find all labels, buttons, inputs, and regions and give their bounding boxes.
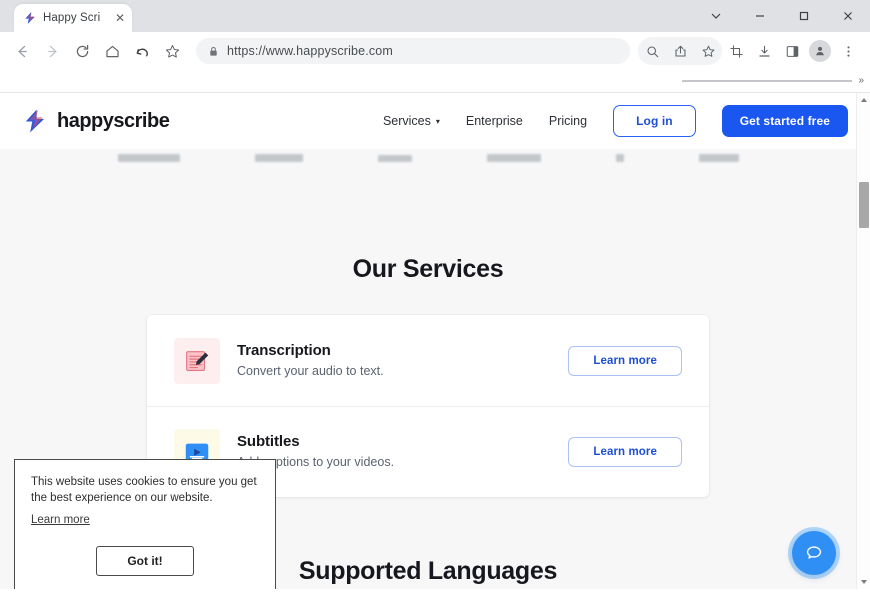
client-logo: [698, 154, 739, 162]
reload-icon[interactable]: [68, 37, 96, 65]
share-icon[interactable]: [666, 37, 694, 65]
scroll-down-arrow-icon[interactable]: [860, 575, 868, 589]
nav-item-services[interactable]: Services ▾: [383, 114, 440, 128]
cookie-accept-button[interactable]: Got it!: [96, 546, 194, 576]
learn-more-button-subtitles[interactable]: Learn more: [568, 437, 682, 467]
profile-icon[interactable]: [806, 37, 834, 65]
forward-arrow-icon[interactable]: [38, 37, 66, 65]
tab-search-icon[interactable]: [694, 0, 738, 32]
service-title: Transcription: [237, 341, 331, 359]
url-text: https://www.happyscribe.com: [227, 44, 393, 58]
bookmarks-overflow-icon[interactable]: »: [858, 76, 864, 86]
client-logo: [486, 154, 541, 162]
scrollbar-track[interactable]: [857, 107, 870, 575]
toolbar-icon-group: [638, 37, 722, 65]
chat-widget-button[interactable]: [792, 531, 836, 575]
three-dot-menu-icon[interactable]: [834, 37, 862, 65]
minimize-icon[interactable]: [738, 0, 782, 32]
client-logo: [117, 154, 180, 162]
search-icon[interactable]: [638, 37, 666, 65]
brand-name: happyscribe: [57, 109, 170, 132]
client-logo-strip: [0, 149, 856, 167]
home-icon[interactable]: [98, 37, 126, 65]
login-button[interactable]: Log in: [613, 105, 696, 137]
back-arrow-icon[interactable]: [8, 37, 36, 65]
get-started-free-button[interactable]: Get started free: [721, 105, 848, 137]
client-logo: [377, 154, 412, 162]
undo-arrow-icon[interactable]: [128, 37, 156, 65]
cookie-banner: This website uses cookies to ensure you …: [14, 458, 276, 589]
happyscribe-logo-icon: [25, 109, 45, 133]
cookie-banner-text: This website uses cookies to ensure you …: [31, 475, 257, 505]
collections-icon[interactable]: [722, 37, 750, 65]
star-icon[interactable]: [694, 37, 722, 65]
tab-close-icon[interactable]: ✕: [114, 12, 126, 24]
bookmarks-bar[interactable]: »: [0, 70, 870, 92]
scroll-up-arrow-icon[interactable]: [860, 93, 868, 107]
notepad-pen-icon: [174, 337, 220, 384]
chevron-down-icon: ▾: [435, 116, 440, 126]
speech-bubble-icon: [806, 546, 822, 559]
site-header: happyscribe Services ▾ Enterprise Pricin…: [0, 93, 870, 149]
maximize-icon[interactable]: [782, 0, 826, 32]
service-description: Convert your audio to text.: [237, 363, 384, 378]
browser-tab[interactable]: Happy Scri ✕: [14, 4, 132, 32]
lock-icon: [210, 46, 217, 56]
scrollbar-thumb[interactable]: [859, 182, 869, 228]
address-bar[interactable]: https://www.happyscribe.com: [196, 38, 630, 64]
bookmark-item[interactable]: [682, 76, 853, 86]
page-scrollbar[interactable]: [856, 93, 870, 589]
bookmark-star-icon[interactable]: [158, 37, 186, 65]
service-row-transcription: Transcription Convert your audio to text…: [147, 315, 709, 406]
browser-window: Happy Scri ✕ https://www.happyscribe.com…: [0, 0, 870, 592]
close-icon[interactable]: [826, 0, 870, 32]
client-logo: [615, 154, 624, 162]
client-logo: [254, 154, 303, 162]
cookie-learn-more-link[interactable]: Learn more: [31, 514, 90, 526]
brand-logo[interactable]: happyscribe: [22, 108, 170, 134]
nav-item-enterprise[interactable]: Enterprise: [466, 114, 523, 128]
nav-item-services-label: Services: [382, 114, 431, 128]
nav-item-pricing[interactable]: Pricing: [549, 114, 587, 128]
split-screen-icon[interactable]: [778, 37, 806, 65]
page-title: Our Services: [352, 255, 504, 283]
learn-more-button-transcription[interactable]: Learn more: [568, 345, 682, 376]
browser-titlebar: Happy Scri ✕: [0, 0, 870, 32]
avatar: [809, 40, 831, 62]
window-controls: [694, 0, 870, 32]
page-viewport: happyscribe Services ▾ Enterprise Pricin…: [0, 92, 870, 589]
download-icon[interactable]: [750, 37, 778, 65]
tab-title: Happy Scri: [43, 12, 101, 24]
service-text-subtitles: Subtitles Add captions to your videos.: [237, 433, 551, 471]
service-text-transcription: Transcription Convert your audio to text…: [237, 342, 551, 380]
cookie-banner-actions: Got it!: [31, 546, 259, 576]
browser-toolbar: https://www.happyscribe.com: [0, 32, 870, 70]
toolbar-right-icons: [638, 37, 862, 65]
service-title: Subtitles: [237, 433, 300, 450]
happyscribe-favicon: [25, 12, 35, 24]
site-nav: Services ▾ Enterprise Pricing Log in Get…: [383, 105, 848, 137]
